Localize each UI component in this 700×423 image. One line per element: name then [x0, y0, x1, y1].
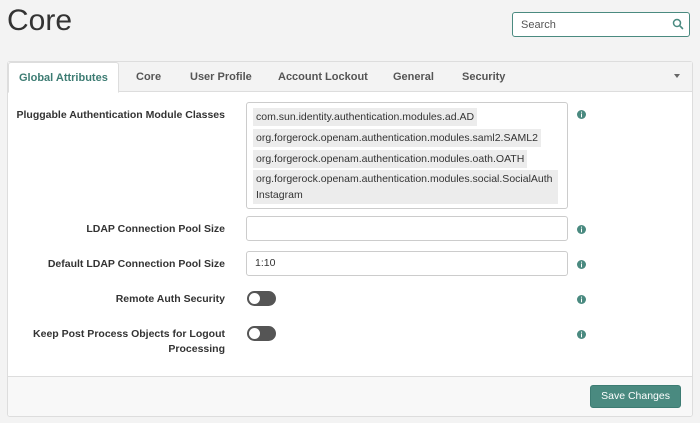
info-icon[interactable]: [577, 330, 586, 339]
pam-classes-label: Pluggable Authentication Module Classes: [16, 109, 225, 121]
ldap-pool-size-field[interactable]: [246, 216, 568, 241]
tab-account-lockout[interactable]: Account Lockout: [278, 62, 368, 92]
remote-auth-security-toggle[interactable]: [247, 291, 276, 306]
pam-classes-list[interactable]: com.sun.identity.authentication.modules.…: [246, 102, 568, 209]
info-icon[interactable]: [577, 110, 586, 119]
toggle-knob: [249, 293, 260, 304]
save-changes-button[interactable]: Save Changes: [590, 385, 681, 408]
search-box[interactable]: [512, 12, 690, 37]
list-item[interactable]: com.sun.identity.authentication.modules.…: [253, 108, 478, 126]
remote-auth-security-label: Remote Auth Security: [115, 293, 225, 305]
chevron-down-icon[interactable]: [674, 74, 680, 78]
list-item[interactable]: org.forgerock.openam.authentication.modu…: [253, 150, 528, 168]
list-item[interactable]: org.forgerock.openam.authentication.modu…: [253, 129, 541, 147]
tab-general[interactable]: General: [393, 62, 434, 92]
tab-security[interactable]: Security: [462, 62, 505, 92]
tab-global-attributes[interactable]: Global Attributes: [8, 62, 119, 93]
default-ldap-pool-size-field[interactable]: 1:10: [246, 251, 568, 276]
form-footer: Save Changes: [8, 376, 692, 416]
toggle-knob: [249, 328, 260, 339]
keep-post-process-toggle[interactable]: [247, 326, 276, 341]
settings-card: Global Attributes Core User Profile Acco…: [7, 61, 693, 417]
ldap-pool-size-label: LDAP Connection Pool Size: [86, 223, 225, 235]
keep-post-process-label: Keep Post Process Objects for Logout Pro…: [33, 328, 225, 355]
list-item[interactable]: org.forgerock.openam.authentication.modu…: [253, 170, 558, 204]
tab-core[interactable]: Core: [136, 62, 161, 92]
info-icon[interactable]: [577, 225, 586, 234]
info-icon[interactable]: [577, 260, 586, 269]
page-title: Core: [7, 4, 73, 37]
default-ldap-pool-size-label: Default LDAP Connection Pool Size: [47, 258, 225, 270]
search-input[interactable]: [513, 13, 663, 36]
info-icon[interactable]: [577, 295, 586, 304]
search-icon[interactable]: [672, 18, 684, 30]
tab-bar: Global Attributes Core User Profile Acco…: [8, 62, 692, 93]
tab-user-profile[interactable]: User Profile: [190, 62, 252, 92]
